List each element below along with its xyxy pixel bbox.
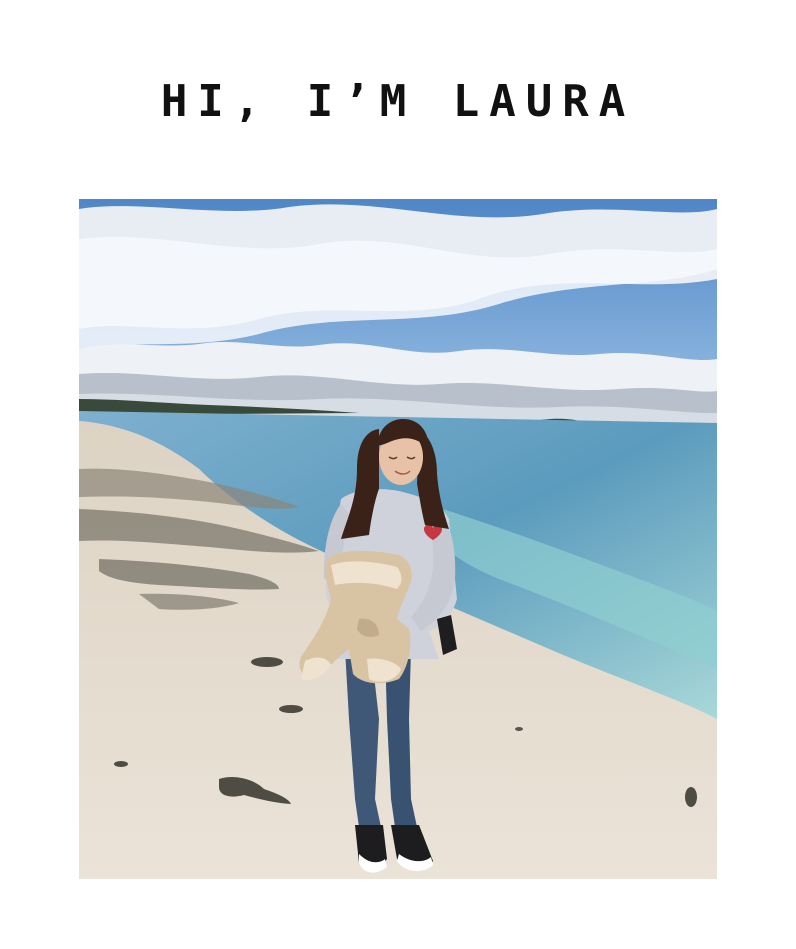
- headline-title: HI, I’M LAURA: [160, 76, 636, 127]
- beach-photo: [79, 199, 717, 879]
